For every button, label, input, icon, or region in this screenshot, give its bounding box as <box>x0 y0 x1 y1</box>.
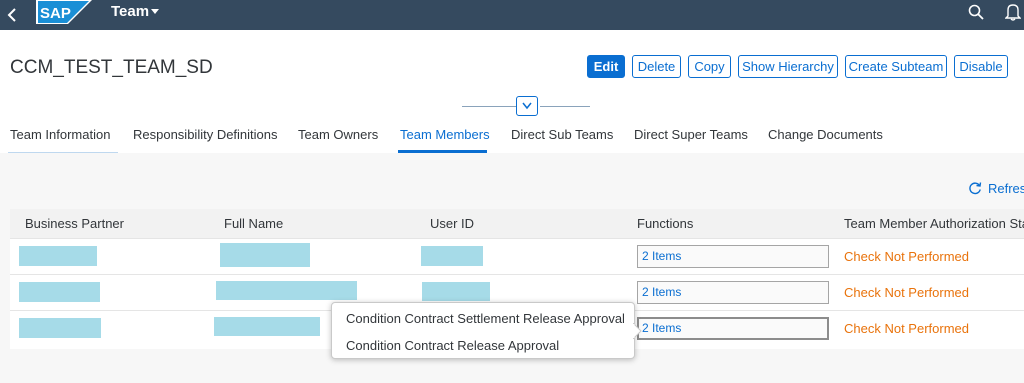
object-title: CCM_TEST_TEAM_SD <box>10 57 213 78</box>
authorization-status: Check Not Performed <box>844 249 969 264</box>
functions-field[interactable]: 2 Items <box>637 245 829 268</box>
tab-team-information[interactable]: Team Information <box>10 127 110 142</box>
refresh-label: Refres <box>988 181 1024 196</box>
chevron-down-icon <box>522 102 532 110</box>
tab-direct-super-teams[interactable]: Direct Super Teams <box>634 127 748 142</box>
redacted-full-name <box>214 317 320 336</box>
redacted-business-partner <box>19 318 101 338</box>
back-icon[interactable] <box>6 6 18 24</box>
table-row[interactable]: 2 Items Check Not Performed <box>10 239 1024 275</box>
header-divider-right <box>540 106 590 107</box>
tab-team-owners[interactable]: Team Owners <box>298 127 378 142</box>
app-title-menu[interactable]: Team <box>111 3 159 21</box>
create-subteam-button[interactable]: Create Subteam <box>845 55 947 78</box>
column-user-id[interactable]: User ID <box>430 216 474 231</box>
edit-button[interactable]: Edit <box>587 55 625 78</box>
show-hierarchy-button[interactable]: Show Hierarchy <box>738 55 838 78</box>
bell-icon[interactable] <box>1005 3 1021 21</box>
search-icon[interactable] <box>968 4 984 20</box>
column-business-partner[interactable]: Business Partner <box>25 216 124 231</box>
redacted-full-name <box>220 243 310 267</box>
redacted-full-name <box>216 281 357 300</box>
authorization-status: Check Not Performed <box>844 285 969 300</box>
object-header: CCM_TEST_TEAM_SD Edit Delete Copy Show H… <box>0 30 1024 154</box>
copy-button[interactable]: Copy <box>688 55 731 78</box>
redacted-business-partner <box>19 246 97 266</box>
redacted-user-id <box>421 246 483 266</box>
tab-team-members[interactable]: Team Members <box>400 127 490 142</box>
table-header: Business Partner Full Name User ID Funct… <box>10 209 1024 239</box>
redacted-business-partner <box>19 282 100 302</box>
shell-bar: SAP Team <box>0 0 1024 30</box>
popover-item[interactable]: Condition Contract Settlement Release Ap… <box>346 311 625 326</box>
tab-change-documents[interactable]: Change Documents <box>768 127 883 142</box>
header-divider-left <box>462 106 516 107</box>
functions-field-active[interactable]: 2 Items <box>637 317 829 340</box>
dropdown-caret-icon <box>151 9 159 14</box>
delete-button[interactable]: Delete <box>632 55 681 78</box>
functions-popover: Condition Contract Settlement Release Ap… <box>331 302 642 359</box>
disable-button[interactable]: Disable <box>954 55 1008 78</box>
app-title: Team <box>111 3 150 20</box>
popover-item[interactable]: Condition Contract Release Approval <box>346 338 559 353</box>
popover-arrow <box>633 323 642 339</box>
column-authorization-status[interactable]: Team Member Authorization Statu <box>844 216 1024 231</box>
functions-field[interactable]: 2 Items <box>637 281 829 304</box>
column-functions[interactable]: Functions <box>637 216 693 231</box>
refresh-icon <box>969 182 982 195</box>
sap-logo[interactable]: SAP <box>36 0 92 24</box>
column-full-name[interactable]: Full Name <box>224 216 283 231</box>
authorization-status: Check Not Performed <box>844 321 969 336</box>
tab-direct-sub-teams[interactable]: Direct Sub Teams <box>511 127 613 142</box>
redacted-user-id <box>422 282 490 301</box>
collapse-header-button[interactable] <box>516 96 538 116</box>
tab-responsibility-definitions[interactable]: Responsibility Definitions <box>133 127 278 142</box>
sap-logo-text: SAP <box>40 5 71 22</box>
